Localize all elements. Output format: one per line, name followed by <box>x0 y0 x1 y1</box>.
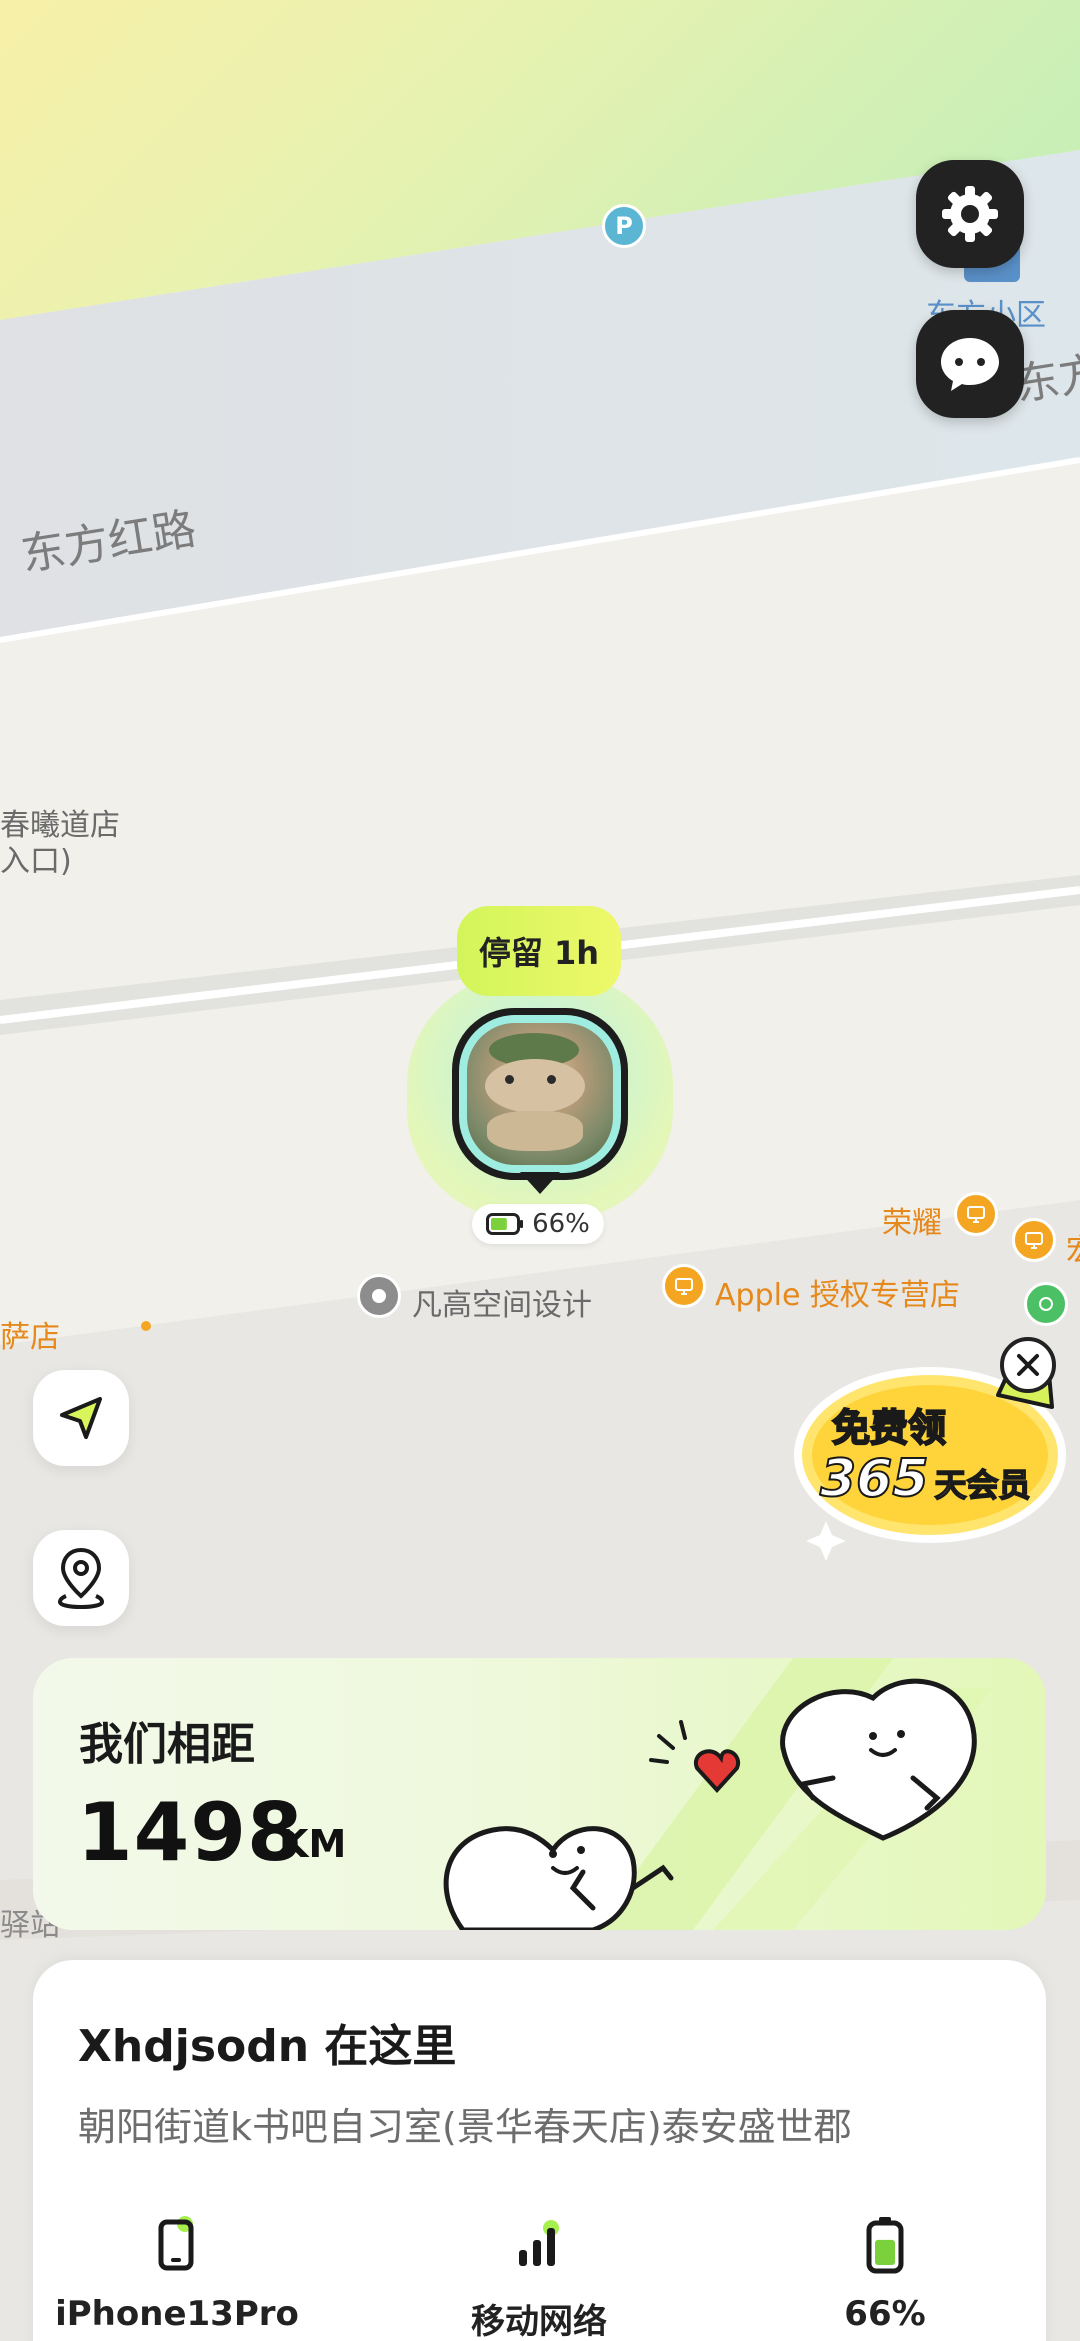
network-stat: 移动网络 <box>399 2210 679 2341</box>
sports-icon[interactable] <box>1024 1282 1068 1326</box>
shop-label-line2: 入口) <box>0 844 72 879</box>
promo-line1: 免费领 <box>831 1405 947 1451</box>
parking-letter: P <box>615 212 633 240</box>
distance-unit: KM <box>279 1822 347 1866</box>
chat-bubble-icon <box>941 338 999 391</box>
location-pin-icon <box>57 1547 105 1610</box>
battery-stat: 66% <box>745 2210 1025 2334</box>
avatar-pointer <box>520 1172 560 1194</box>
honor-store-icon[interactable] <box>954 1192 998 1236</box>
location-pin-button[interactable] <box>33 1530 129 1626</box>
distance-card[interactable]: 我们相距 1498 KM <box>33 1658 1046 1930</box>
apple-store-label: Apple 授权专营店 <box>715 1278 960 1313</box>
device-name: iPhone13Pro <box>55 2294 299 2334</box>
battery-icon <box>486 1213 524 1235</box>
close-icon <box>1017 1354 1039 1376</box>
promo-close-button[interactable] <box>1000 1337 1056 1393</box>
promo-line2: 天会员 <box>934 1465 1032 1505</box>
avatar-image <box>467 1023 613 1165</box>
partner-battery-badge: 66% <box>472 1204 604 1244</box>
promo-number: 365 <box>819 1448 930 1510</box>
battery-percent: 66% <box>532 1209 590 1239</box>
design-studio-icon[interactable] <box>357 1274 401 1318</box>
distance-title: 我们相距 <box>79 1719 255 1770</box>
electronics-store-icon[interactable] <box>1012 1218 1056 1262</box>
edge-label: 宏 <box>1066 1225 1080 1269</box>
battery-vertical-icon <box>866 2217 904 2274</box>
location-title: Xhdjsodn 在这里 <box>78 2021 457 2072</box>
honor-label: 荣耀 <box>882 1206 942 1241</box>
location-address: 朝阳街道k书吧自习室(景华春天店)泰安盛世郡 <box>78 2105 852 2149</box>
device-stat: iPhone13Pro <box>37 2210 317 2334</box>
parking-icon[interactable]: P <box>602 204 646 248</box>
battery-level: 66% <box>844 2294 926 2334</box>
stay-duration-badge: 停留 1h <box>457 906 621 996</box>
locate-me-button[interactable] <box>33 1370 129 1466</box>
pizza-label: 萨店 <box>0 1320 60 1355</box>
signal-icon <box>519 2220 559 2266</box>
settings-button[interactable] <box>916 160 1024 268</box>
partner-location-panel[interactable]: Xhdjsodn 在这里 朝阳街道k书吧自习室(景华春天店)泰安盛世郡 iPho… <box>33 1960 1046 2341</box>
network-type: 移动网络 <box>471 2302 607 2341</box>
phone-icon <box>158 2216 194 2271</box>
apple-store-icon[interactable] <box>662 1264 706 1308</box>
distance-value: 1498 <box>77 1786 304 1879</box>
design-studio-label: 凡高空间设计 <box>412 1288 592 1323</box>
partner-avatar[interactable] <box>452 1008 628 1180</box>
navigation-arrow-icon <box>60 1397 102 1439</box>
chat-button[interactable] <box>916 310 1024 418</box>
gear-icon <box>942 186 998 242</box>
